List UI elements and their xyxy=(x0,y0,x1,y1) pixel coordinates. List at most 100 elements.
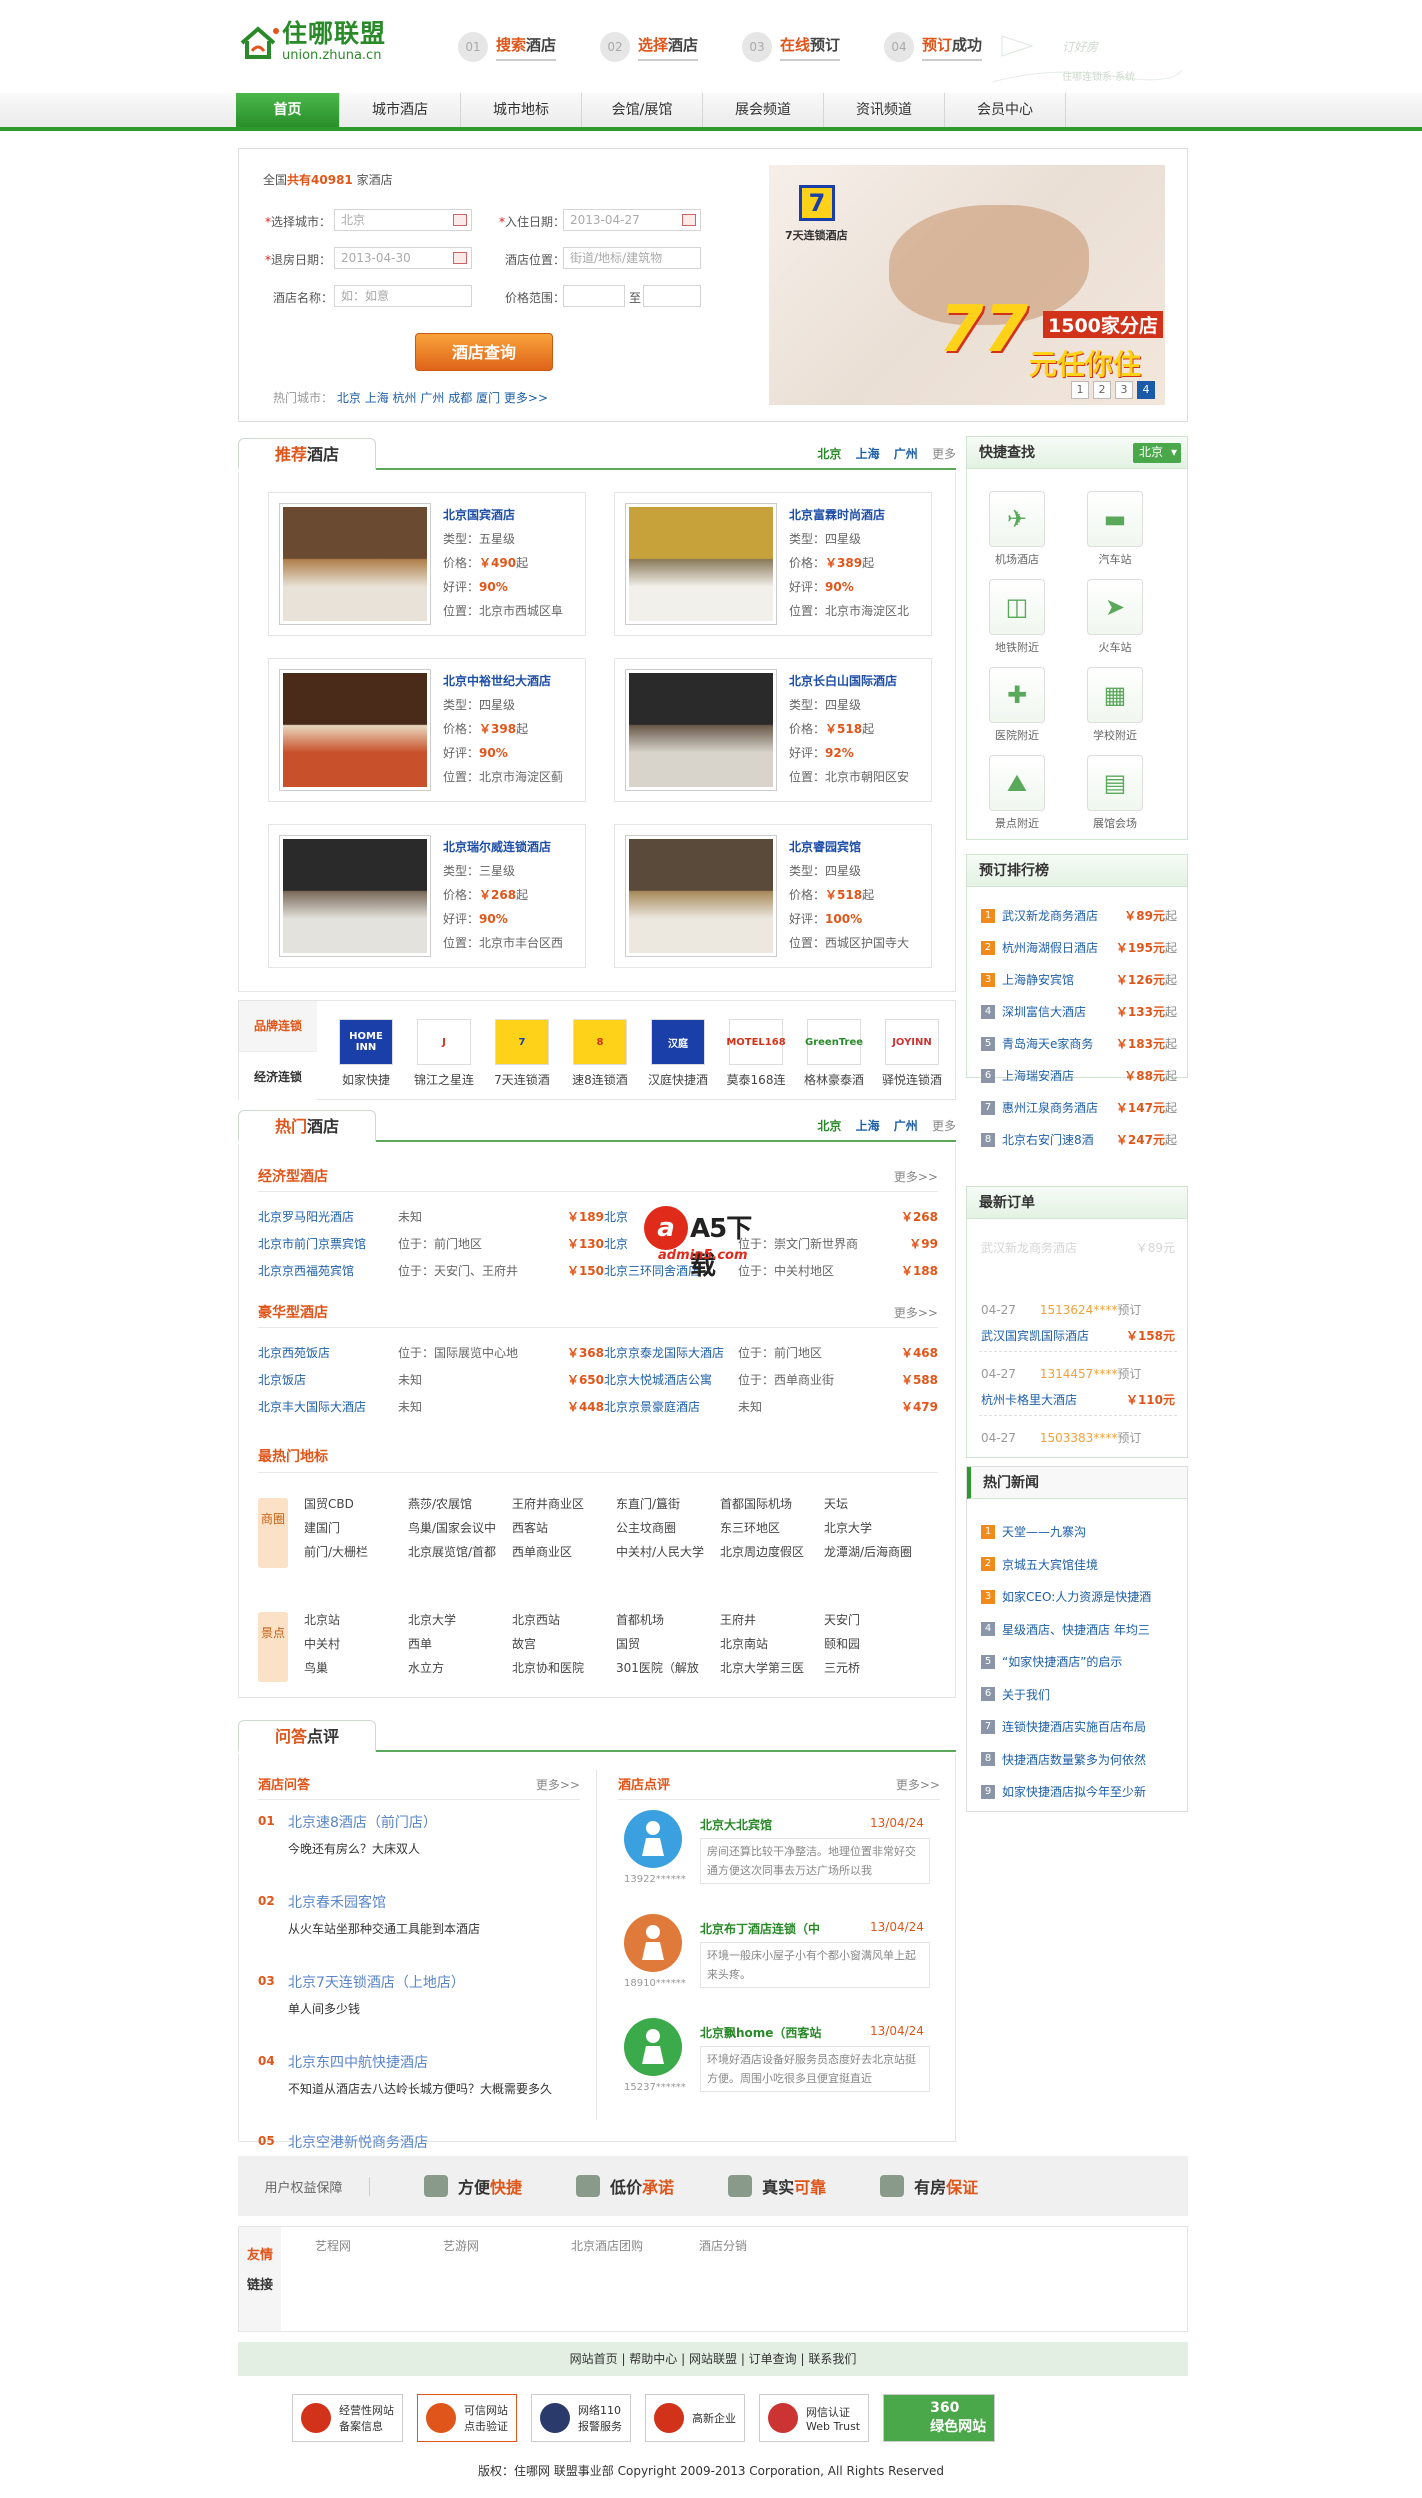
trust-badge[interactable]: 360 绿色网站 xyxy=(883,2394,996,2442)
hotel-name[interactable]: 北京睿园宾馆 xyxy=(789,835,929,859)
brand-item[interactable]: JOYINN 驿悦连锁酒 xyxy=(877,1019,947,1088)
price-max-input[interactable] xyxy=(643,285,701,307)
landmark-link[interactable]: 北京展览馆/首都 xyxy=(408,1540,512,1564)
hotel-photo[interactable] xyxy=(625,669,777,791)
landmark-link[interactable]: 西单 xyxy=(408,1632,512,1656)
hotel-link[interactable]: 北京罗马阳光酒店 xyxy=(258,1204,398,1231)
landmark-link[interactable]: 前门/大栅栏 xyxy=(304,1540,408,1564)
hotel-card[interactable]: 北京富霖时尚酒店 类型：四星级 价格：￥389起 好评：90% 位置：北京市海淀区北 xyxy=(614,492,932,636)
landmark-link[interactable]: 东直门/簋街 xyxy=(616,1492,720,1516)
brand-item[interactable]: GreenTree 格林豪泰酒 xyxy=(799,1019,869,1088)
quick-find-item[interactable]: ▤ 展馆会场 xyxy=(1085,755,1145,831)
question-hotel[interactable]: 北京7天连锁酒店（上地店） xyxy=(288,1972,465,1992)
review-hotel[interactable]: 北京大北宾馆 xyxy=(700,1816,840,1833)
question-hotel[interactable]: 北京速8酒店（前门店） xyxy=(288,1812,437,1832)
nav-expo[interactable]: 展会频道 xyxy=(703,93,824,127)
chain-tab-economy[interactable]: 经济连锁 xyxy=(239,1051,317,1101)
banner-page-active[interactable]: 4 xyxy=(1137,381,1155,399)
brand-item[interactable]: HOME INN 如家快捷 xyxy=(331,1019,401,1088)
ranking-hotel[interactable]: 上海静安宾馆 xyxy=(1002,971,1116,988)
landmark-link[interactable]: 天坛 xyxy=(824,1492,928,1516)
economy-more-link[interactable]: 更多>> xyxy=(894,1168,938,1185)
order-detail[interactable]: 武汉国宾凯国际酒店 ￥158元 xyxy=(981,1327,1175,1344)
hotel-card[interactable]: 北京长白山国际酒店 类型：四星级 价格：￥518起 好评：92% 位置：北京市朝阳区安 xyxy=(614,658,932,802)
ranking-item[interactable]: 4 深圳富信大酒店 ￥133元起 xyxy=(981,1003,1177,1020)
nav-member[interactable]: 会员中心 xyxy=(945,93,1066,127)
landmark-link[interactable]: 北京大学 xyxy=(824,1516,928,1540)
hot-city-link[interactable]: 厦门 xyxy=(476,391,500,405)
ranking-hotel[interactable]: 青岛海天e家商务 xyxy=(1002,1035,1116,1052)
quick-find-item[interactable]: ⛰ 景点附近 xyxy=(987,755,1047,831)
landmark-link[interactable]: 公主坟商圈 xyxy=(616,1516,720,1540)
news-item[interactable]: 1 天堂——九寨沟 xyxy=(981,1523,1177,1540)
hotel-photo[interactable] xyxy=(625,503,777,625)
quick-find-item[interactable]: ✚ 医院附近 xyxy=(987,667,1047,743)
question-hotel[interactable]: 北京东四中航快捷酒店 xyxy=(288,2052,428,2072)
ranking-item[interactable]: 7 惠州江泉商务酒店 ￥147元起 xyxy=(981,1099,1177,1116)
hotel-link[interactable]: 北京京景豪庭酒店 xyxy=(604,1394,738,1421)
hotel-name-input[interactable]: 如：如意 xyxy=(334,285,472,307)
ranking-hotel[interactable]: 深圳富信大酒店 xyxy=(1002,1003,1116,1020)
nav-venues[interactable]: 会馆/展馆 xyxy=(582,93,703,127)
nav-city-hotels[interactable]: 城市酒店 xyxy=(340,93,461,127)
recommend-more-link[interactable]: 更多 xyxy=(932,447,956,461)
landmark-link[interactable]: 首都机场 xyxy=(616,1608,720,1632)
landmark-link[interactable]: 北京大学 xyxy=(408,1608,512,1632)
hotel-link[interactable]: 北京大悦城酒店公寓 xyxy=(604,1367,738,1394)
brand-item[interactable]: 8 速8连锁酒 xyxy=(565,1019,635,1088)
ranking-item[interactable]: 1 武汉新龙商务酒店 ￥89元起 xyxy=(981,907,1177,924)
hotel-name[interactable]: 北京国宾酒店 xyxy=(443,503,583,527)
hotel-search-button[interactable]: 酒店查询 xyxy=(415,333,553,371)
reviews-more-link[interactable]: 更多>> xyxy=(896,1776,940,1793)
news-title[interactable]: 如家CEO:人力资源是快捷酒 xyxy=(1002,1588,1177,1605)
landmark-link[interactable]: 北京周边度假区 xyxy=(720,1540,824,1564)
landmark-link[interactable]: 鸟巢/国家会议中 xyxy=(408,1516,512,1540)
hotel-card[interactable]: 北京国宾酒店 类型：五星级 价格：￥490起 好评：90% 位置：北京市西城区阜 xyxy=(268,492,586,636)
news-item[interactable]: 7 连锁快捷酒店实施百店布局 xyxy=(981,1718,1177,1735)
hotel-name[interactable]: 北京瑞尔威连锁酒店 xyxy=(443,835,583,859)
landmark-link[interactable]: 西客站 xyxy=(512,1516,616,1540)
quick-find-item[interactable]: ▦ 学校附近 xyxy=(1085,667,1145,743)
ranking-item[interactable]: 6 上海瑞安酒店 ￥88元起 xyxy=(981,1067,1177,1084)
city-tab[interactable]: 北京 xyxy=(817,1119,841,1133)
order-hotel[interactable]: 杭州卡格里大酒店 xyxy=(981,1391,1077,1408)
hotel-link[interactable]: 北京饭店 xyxy=(258,1367,398,1394)
hotel-name[interactable]: 北京长白山国际酒店 xyxy=(789,669,929,693)
ranking-item[interactable]: 2 杭州海湖假日酒店 ￥195元起 xyxy=(981,939,1177,956)
landmark-link[interactable]: 北京南站 xyxy=(720,1632,824,1656)
landmark-link[interactable]: 王府井商业区 xyxy=(512,1492,616,1516)
review-hotel[interactable]: 北京布丁酒店连锁（中 xyxy=(700,1920,840,1937)
hot-city-link[interactable]: 上海 xyxy=(365,391,389,405)
landmark-link[interactable]: 三元桥 xyxy=(824,1656,928,1680)
landmark-link[interactable]: 北京协和医院 xyxy=(512,1656,616,1680)
news-title[interactable]: 连锁快捷酒店实施百店布局 xyxy=(1002,1718,1177,1735)
news-item[interactable]: 8 快捷酒店数量繁多为何依然 xyxy=(981,1751,1177,1768)
chain-tab-brand[interactable]: 品牌连锁 xyxy=(239,1001,317,1051)
news-item[interactable]: 9 如家快捷酒店拟今年至少新 xyxy=(981,1783,1177,1800)
banner-page[interactable]: 2 xyxy=(1093,381,1111,399)
hotel-card[interactable]: 北京瑞尔威连锁酒店 类型：三星级 价格：￥268起 好评：90% 位置：北京市丰台区西 xyxy=(268,824,586,968)
hot-cities-more[interactable]: 更多>> xyxy=(504,391,548,405)
landmark-link[interactable]: 中关村 xyxy=(304,1632,408,1656)
hot-city-link[interactable]: 杭州 xyxy=(393,391,417,405)
city-tab[interactable]: 北京 xyxy=(817,447,841,461)
trust-badge[interactable]: 经营性网站 备案信息 xyxy=(292,2394,403,2442)
ranking-hotel[interactable]: 杭州海湖假日酒店 xyxy=(1002,939,1116,956)
landmark-link[interactable]: 西单商业区 xyxy=(512,1540,616,1564)
footer-link[interactable]: 网站联盟 xyxy=(689,2352,737,2366)
nav-news[interactable]: 资讯频道 xyxy=(824,93,945,127)
footer-link[interactable]: 帮助中心 xyxy=(629,2352,677,2366)
hot-city-link[interactable]: 北京 xyxy=(337,391,361,405)
landmark-link[interactable]: 北京西站 xyxy=(512,1608,616,1632)
friend-link[interactable]: 艺程网 xyxy=(315,2237,443,2254)
hotel-link[interactable]: 北京丰大国际大酒店 xyxy=(258,1394,398,1421)
city-tab[interactable]: 上海 xyxy=(856,1119,880,1133)
brand-item[interactable]: J 锦江之星连 xyxy=(409,1019,479,1088)
checkin-date-input[interactable]: 2013-04-27 xyxy=(563,209,701,231)
checkout-date-input[interactable]: 2013-04-30 xyxy=(334,247,472,269)
brand-item[interactable]: 7 7天连锁酒 xyxy=(487,1019,557,1088)
location-input[interactable]: 街道/地标/建筑物 xyxy=(563,247,701,269)
nav-city-landmarks[interactable]: 城市地标 xyxy=(461,93,582,127)
news-item[interactable]: 2 京城五大宾馆佳境 xyxy=(981,1556,1177,1573)
footer-link[interactable]: 网站首页 xyxy=(570,2352,618,2366)
